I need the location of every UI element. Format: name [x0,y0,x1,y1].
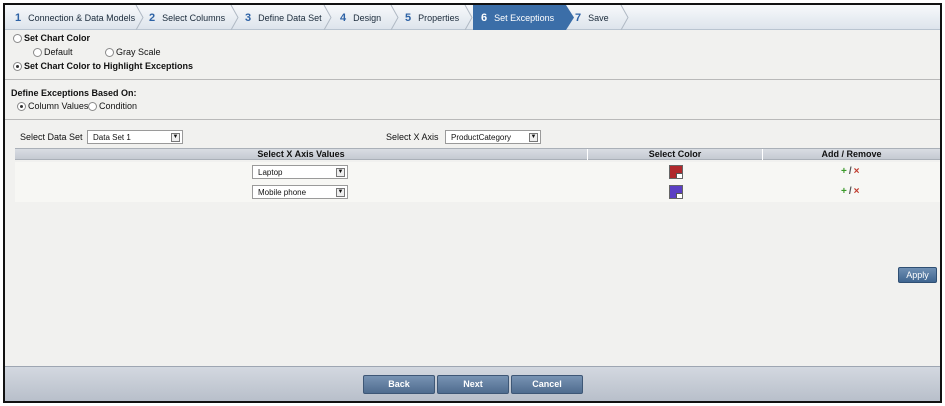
radio-button-icon [13,33,22,43]
remove-row-icon[interactable]: × [854,166,860,177]
set-chart-color-radio[interactable]: Set Chart Color [13,33,90,43]
add-row-icon[interactable]: + [841,186,847,197]
active-step-arrow-icon [566,5,574,30]
dropdown-value: Mobile phone [258,187,307,197]
wizard-step-4[interactable]: 4 Design [340,5,381,30]
step-label: Define Data Set [258,12,322,23]
wizard-step-6[interactable]: 6 Set Exceptions [473,5,566,30]
column-header-add-remove: Add / Remove [821,149,882,159]
step-separator-icon [390,5,399,30]
wizard-step-3[interactable]: 3 Define Data Set [245,5,322,30]
select-x-axis-label: Select X Axis [386,132,439,142]
dropdown-value: Laptop [258,167,283,177]
dropdown-arrow-icon: ▼ [171,133,180,142]
step-label: Select Columns [162,12,226,23]
color-swatch-picker[interactable] [669,185,683,199]
wizard-step-7[interactable]: 7 Save [575,5,609,30]
add-remove-controls: + / × [841,186,859,197]
radio-button-selected-icon [13,61,22,71]
wizard-steps-bar: 1 Connection & Data Models 2 Select Colu… [5,5,940,30]
radio-button-icon [105,47,114,57]
table-row: Laptop ▼ + / × [15,162,940,182]
column-values-radio[interactable]: Column Values [17,101,88,111]
step-number: 3 [245,11,252,24]
add-remove-controls: + / × [841,166,859,177]
step-label: Set Exceptions [494,12,555,23]
exceptions-heading: Define Exceptions Based On: [11,88,137,98]
default-radio[interactable]: Default [33,47,73,57]
step-separator-icon [230,5,239,30]
radio-button-selected-icon [17,101,26,111]
radio-label: Condition [99,101,138,111]
radio-label: Set Chart Color [24,33,91,43]
select-data-set-label: Select Data Set [20,132,83,142]
section-divider [5,79,940,80]
step-number: 2 [149,11,156,24]
column-header-select-color: Select Color [588,149,763,160]
step-label: Save [588,12,609,23]
step-separator-icon [323,5,332,30]
separator: / [848,166,852,177]
radio-button-icon [88,101,97,111]
x-axis-dropdown[interactable]: ProductCategory ▼ [445,130,541,144]
gray-scale-radio[interactable]: Gray Scale [105,47,161,57]
step-label: Properties [418,12,460,23]
next-button[interactable]: Next [437,375,509,394]
color-swatch-picker[interactable] [669,165,683,179]
separator: / [848,186,852,197]
dropdown-arrow-icon: ▼ [529,133,538,142]
exceptions-grid-header: Select X Axis Values Select Color Add / … [15,148,940,160]
dropdown-arrow-icon: ▼ [336,188,345,197]
step-separator-icon [620,5,629,30]
step-label: Connection & Data Models [28,12,136,23]
wizard-step-1[interactable]: 1 Connection & Data Models [15,5,135,30]
table-row: Mobile phone ▼ + / × [15,182,940,202]
radio-label: Gray Scale [116,47,161,57]
step-number: 1 [15,11,22,24]
wizard-step-5[interactable]: 5 Properties [405,5,459,30]
wizard-step-2[interactable]: 2 Select Columns [149,5,225,30]
wizard-footer: Back Next Cancel [5,366,940,401]
x-axis-value-dropdown[interactable]: Mobile phone ▼ [252,185,348,199]
radio-label: Default [44,47,73,57]
radio-button-icon [33,47,42,57]
wizard-window: 1 Connection & Data Models 2 Select Colu… [3,3,942,403]
step-label: Design [353,12,382,23]
condition-radio[interactable]: Condition [88,101,137,111]
remove-row-icon[interactable]: × [854,186,860,197]
step-number: 6 [481,11,488,24]
section-divider [5,119,940,120]
radio-label: Set Chart Color to Highlight Exceptions [24,61,194,71]
radio-label: Column Values [28,101,89,111]
step-number: 5 [405,11,412,24]
back-button[interactable]: Back [363,375,435,394]
dropdown-value: ProductCategory [451,132,512,142]
step-number: 7 [575,11,582,24]
highlight-exceptions-radio[interactable]: Set Chart Color to Highlight Exceptions [13,61,193,71]
data-set-dropdown[interactable]: Data Set 1 ▼ [87,130,183,144]
add-row-icon[interactable]: + [841,166,847,177]
x-axis-value-dropdown[interactable]: Laptop ▼ [252,165,348,179]
cancel-button[interactable]: Cancel [511,375,583,394]
apply-button[interactable]: Apply [898,267,937,283]
dropdown-arrow-icon: ▼ [336,168,345,177]
step-separator-icon [135,5,144,30]
column-header-x-axis-values: Select X Axis Values [15,149,588,160]
dropdown-value: Data Set 1 [93,132,131,142]
step-number: 4 [340,11,347,24]
